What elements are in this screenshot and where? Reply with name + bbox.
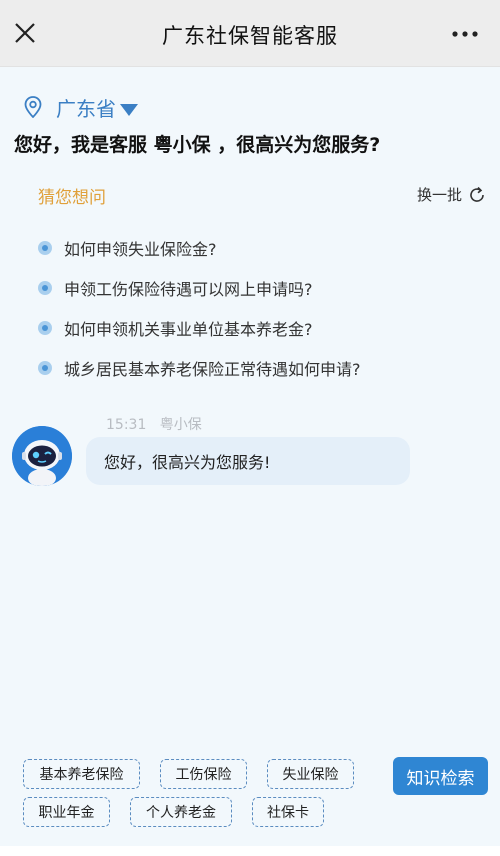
tag-button[interactable]: 社保卡 <box>252 797 324 827</box>
question-item[interactable]: 如何申领机关事业单位基本养老金? <box>38 308 488 348</box>
tag-button[interactable]: 失业保险 <box>267 759 354 789</box>
refresh-button[interactable]: 换一批 <box>417 184 486 205</box>
message-time: 15:31 <box>106 417 147 433</box>
top-bar: 广东社保智能客服 <box>0 0 500 67</box>
refresh-label: 换一批 <box>416 186 462 204</box>
tag-button[interactable]: 工伤保险 <box>160 759 247 789</box>
location-selector[interactable]: 广东省 <box>24 94 138 121</box>
bot-avatar <box>12 426 72 486</box>
tag-button[interactable]: 个人养老金 <box>130 797 232 827</box>
bottom-strip <box>0 846 500 856</box>
question-text: 如何申领机关事业单位基本养老金? <box>64 320 313 339</box>
bullet-icon <box>38 241 52 255</box>
question-list: 如何申领失业保险金? 申领工伤保险待遇可以网上申请吗? 如何申领机关事业单位基本… <box>38 228 488 388</box>
caret-down-icon <box>120 104 138 116</box>
more-icon[interactable] <box>452 31 478 37</box>
question-text: 城乡居民基本养老保险正常待遇如何申请? <box>64 360 361 379</box>
bullet-icon <box>38 321 52 335</box>
question-text: 如何申领失业保险金? <box>64 240 217 259</box>
guess-title: 猜您想问 <box>38 188 106 208</box>
question-item[interactable]: 申领工伤保险待遇可以网上申请吗? <box>38 268 488 308</box>
message-text: 您好，很高兴为您服务! <box>104 453 271 472</box>
message-meta: 15:31 粤小保 <box>106 414 202 434</box>
tag-button[interactable]: 基本养老保险 <box>23 759 140 789</box>
question-item[interactable]: 如何申领失业保险金? <box>38 228 488 268</box>
bullet-icon <box>38 361 52 375</box>
greeting-text: 您好，我是客服 粤小保 ，很高兴为您服务? <box>14 134 381 156</box>
knowledge-search-button[interactable]: 知识检索 <box>393 757 488 795</box>
message-sender: 粤小保 <box>159 417 202 433</box>
bullet-icon <box>38 281 52 295</box>
page-title: 广东社保智能客服 <box>162 24 338 48</box>
location-label: 广东省 <box>56 96 116 121</box>
question-text: 申领工伤保险待遇可以网上申请吗? <box>64 280 313 299</box>
question-item[interactable]: 城乡居民基本养老保险正常待遇如何申请? <box>38 348 488 388</box>
message-bubble: 您好，很高兴为您服务! <box>86 437 410 485</box>
location-pin-icon <box>24 96 42 118</box>
tag-button[interactable]: 职业年金 <box>23 797 110 827</box>
robot-icon <box>12 426 72 486</box>
refresh-icon <box>470 186 484 202</box>
